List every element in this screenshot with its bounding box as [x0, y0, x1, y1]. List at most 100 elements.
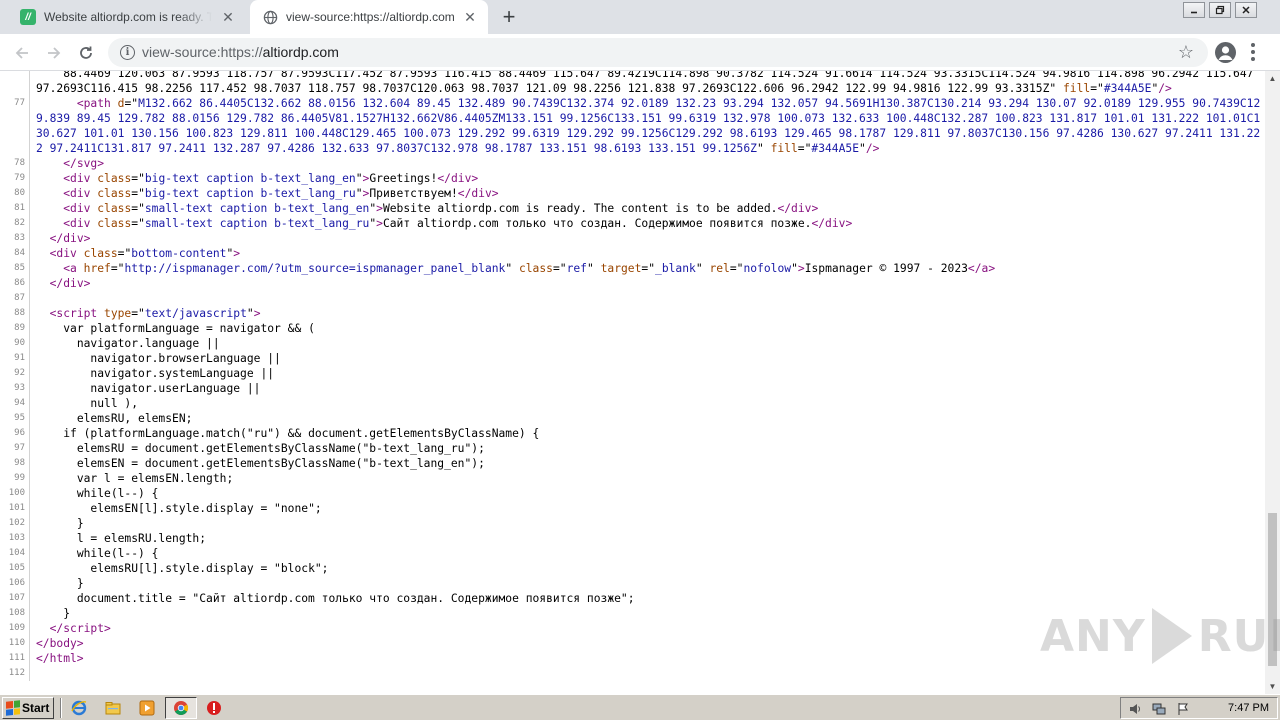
line-number: 87	[0, 291, 30, 306]
restore-button[interactable]	[1209, 2, 1231, 18]
windows-taskbar: Start 7:47 PM	[0, 694, 1280, 720]
line-code: if (platformLanguage.match("ru") && docu…	[36, 427, 540, 440]
scroll-up-icon[interactable]: ▲	[1265, 71, 1280, 86]
source-line: 94 null ),	[0, 396, 1262, 411]
line-number	[0, 71, 30, 96]
source-line: 104 while(l--) {	[0, 546, 1262, 561]
file-explorer-icon[interactable]	[104, 699, 122, 717]
windows-logo-icon	[6, 700, 20, 716]
clock: 7:47 PM	[1228, 702, 1269, 714]
line-number: 103	[0, 531, 30, 546]
line-number: 104	[0, 546, 30, 561]
line-code: while(l--) {	[36, 547, 159, 560]
source-line: 83 </div>	[0, 231, 1262, 246]
line-code: }	[36, 517, 84, 530]
source-line: 98 elemsEN = document.getElementsByClass…	[0, 456, 1262, 471]
vertical-scrollbar[interactable]: ▲ ▼	[1265, 71, 1280, 694]
source-line: 89 var platformLanguage = navigator && (	[0, 321, 1262, 336]
source-line: 77 <path d="M132.662 86.4405C132.662 88.…	[0, 96, 1262, 156]
line-code: </svg>	[63, 157, 105, 170]
line-number: 96	[0, 426, 30, 441]
line-code: 88.4469 120.063 87.9593 118.757 87.9593C…	[36, 71, 1261, 95]
source-line: 101 elemsEN[l].style.display = "none";	[0, 501, 1262, 516]
line-code: elemsEN[l].style.display = "none";	[36, 502, 322, 515]
line-code: elemsEN = document.getElementsByClassNam…	[36, 457, 485, 470]
bookmark-star-icon[interactable]: ☆	[1178, 42, 1194, 63]
line-number: 83	[0, 231, 30, 246]
play-logo-icon	[1151, 608, 1192, 664]
forward-arrow-icon	[48, 47, 61, 59]
line-code: <script type="text/javascript">	[49, 307, 261, 320]
source-line: 87	[0, 291, 1262, 306]
line-code: var l = elemsEN.length;	[36, 472, 234, 485]
profile-avatar-icon[interactable]	[1215, 42, 1236, 63]
line-code: l = elemsRU.length;	[36, 532, 207, 545]
scroll-down-icon[interactable]: ▼	[1265, 679, 1280, 694]
back-arrow-icon	[15, 47, 28, 59]
source-line: 81 <div class="small-text caption b-text…	[0, 201, 1262, 216]
browser-toolbar: i view-source:https://altiordp.com ☆	[0, 34, 1280, 71]
forward-button[interactable]	[40, 39, 68, 67]
address-bar[interactable]: i view-source:https://altiordp.com ☆	[108, 38, 1208, 67]
start-label: Start	[22, 701, 50, 715]
close-window-button[interactable]	[1235, 2, 1257, 18]
line-number: 107	[0, 591, 30, 606]
site-info-icon[interactable]: i	[120, 45, 135, 60]
tab-title: Website altiordp.com is ready. The c	[44, 10, 212, 24]
source-line: 107 document.title = "Сайт altiordp.com …	[0, 591, 1262, 606]
ispmanager-favicon-icon: //	[20, 9, 36, 25]
tab-strip: // Website altiordp.com is ready. The c …	[0, 0, 1280, 34]
line-code: navigator.browserLanguage ||	[36, 352, 281, 365]
line-number: 88	[0, 306, 30, 321]
chrome-taskbar-button[interactable]	[165, 697, 197, 719]
source-line: 102 }	[0, 516, 1262, 531]
reload-button[interactable]	[72, 39, 100, 67]
source-line: 100 while(l--) {	[0, 486, 1262, 501]
line-code: <div class="small-text caption b-text_la…	[63, 202, 819, 215]
new-tab-button[interactable]: +	[498, 6, 520, 28]
minimize-button[interactable]	[1183, 2, 1205, 18]
line-code: <path d="M132.662 86.4405C132.662 88.015…	[36, 97, 1261, 155]
reload-icon	[80, 46, 92, 59]
anyrun-watermark: ANY RUN	[1040, 608, 1280, 664]
source-line: 103 l = elemsRU.length;	[0, 531, 1262, 546]
action-center-flag-icon[interactable]	[1175, 701, 1190, 716]
close-tab-icon[interactable]: ✕	[460, 7, 480, 27]
line-number: 100	[0, 486, 30, 501]
start-button[interactable]: Start	[2, 697, 54, 719]
address-url[interactable]: view-source:https://altiordp.com	[142, 44, 339, 60]
source-line: 88 <script type="text/javascript">	[0, 306, 1262, 321]
line-code: navigator.systemLanguage ||	[36, 367, 275, 380]
line-code: var platformLanguage = navigator && (	[36, 322, 315, 335]
line-number: 78	[0, 156, 30, 171]
menu-kebab-icon[interactable]	[1250, 41, 1256, 63]
line-number: 111	[0, 651, 30, 666]
line-number: 79	[0, 171, 30, 186]
media-player-icon[interactable]	[138, 699, 156, 717]
back-button[interactable]	[8, 39, 36, 67]
source-line: 78 </svg>	[0, 156, 1262, 171]
taskbar-separator	[60, 698, 62, 718]
source-line: 99 var l = elemsEN.length;	[0, 471, 1262, 486]
line-number: 95	[0, 411, 30, 426]
watermark-right: RUN	[1197, 610, 1280, 662]
tab-website-ready[interactable]: // Website altiordp.com is ready. The c …	[8, 0, 246, 34]
line-code: elemsRU = document.getElementsByClassNam…	[36, 442, 485, 455]
internet-explorer-icon[interactable]	[70, 699, 88, 717]
line-number: 106	[0, 576, 30, 591]
line-number: 98	[0, 456, 30, 471]
stop-sign-icon[interactable]	[205, 699, 223, 717]
network-icon[interactable]	[1151, 701, 1166, 716]
line-code: <div class="small-text caption b-text_la…	[63, 217, 853, 230]
line-code: }	[36, 577, 84, 590]
volume-icon[interactable]	[1127, 701, 1142, 716]
line-number: 92	[0, 366, 30, 381]
source-line: 85 <a href="http://ispmanager.com/?utm_s…	[0, 261, 1262, 276]
tab-view-source[interactable]: view-source:https://altiordp.com ✕	[250, 0, 488, 34]
source-line: 112	[0, 666, 1262, 681]
source-line: 106 }	[0, 576, 1262, 591]
source-view: 88.4469 120.063 87.9593 118.757 87.9593C…	[0, 71, 1265, 694]
line-number: 105	[0, 561, 30, 576]
close-tab-icon[interactable]: ✕	[218, 7, 238, 27]
